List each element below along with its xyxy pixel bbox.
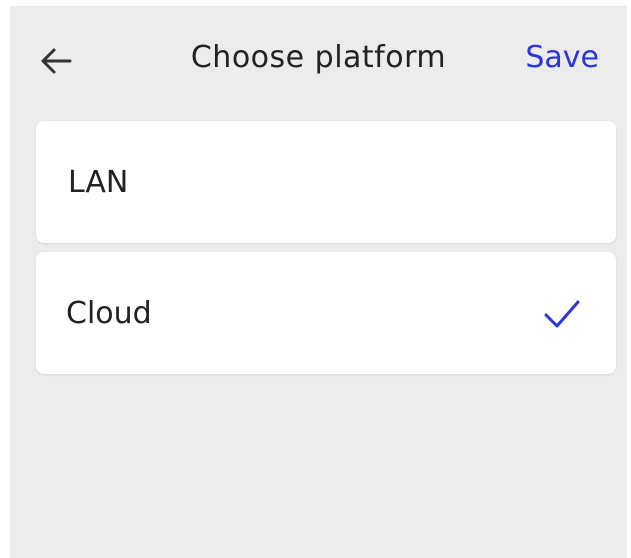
option-lan[interactable]: LAN [36,121,616,243]
option-cloud[interactable]: Cloud [36,252,616,374]
option-label: Cloud [66,296,152,331]
checkmark-icon [542,296,582,332]
platform-screen: Choose platform Save LAN Cloud [10,6,627,558]
option-label: LAN [68,165,129,200]
header-bar: Choose platform Save [10,6,627,114]
save-button[interactable]: Save [525,40,599,75]
